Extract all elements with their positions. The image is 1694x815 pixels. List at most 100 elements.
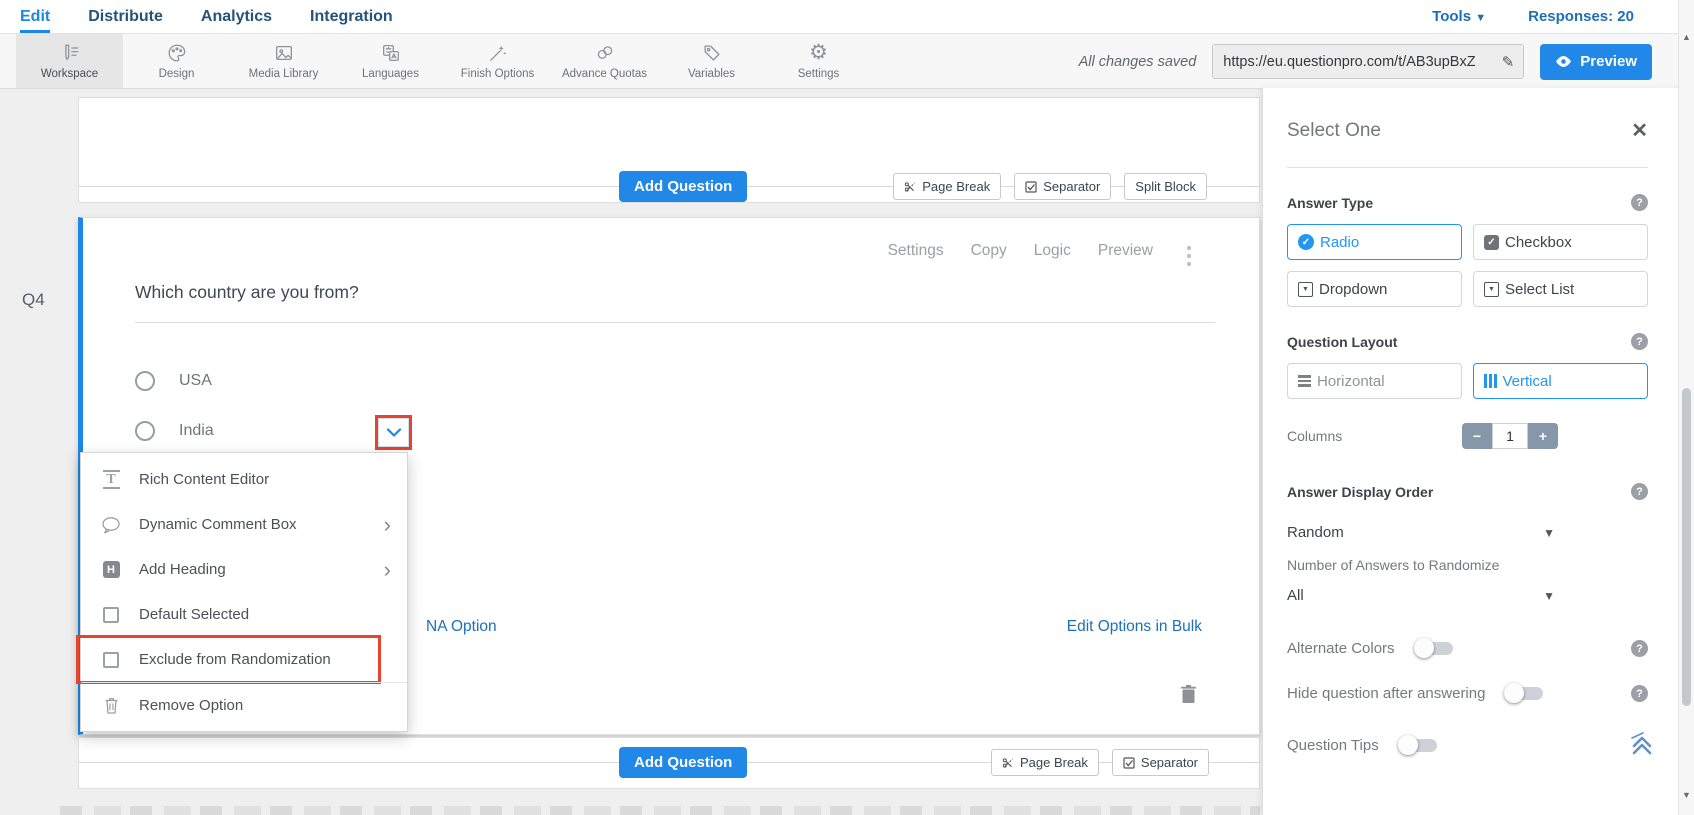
question-logic-link[interactable]: Logic [1034,242,1071,260]
alternate-colors-toggle[interactable] [1413,638,1453,658]
toolbar-item-label: Advance Quotas [561,68,648,80]
layout-horizontal-button[interactable]: Horizontal [1287,363,1462,399]
separator-checkbox-icon [1123,756,1135,769]
heading-icon: H [102,561,120,578]
display-order-select[interactable]: Random ▼ [1287,524,1555,541]
text-editor-icon: T [102,470,120,489]
page-scrollbar[interactable]: ▲ ▼ [1678,0,1694,815]
tab-analytics[interactable]: Analytics [201,8,272,26]
survey-url-input[interactable] [1213,53,1493,70]
tag-icon [703,45,720,61]
question-settings-link[interactable]: Settings [888,242,944,260]
separator-button[interactable]: Separator [1014,173,1112,200]
menu-item-label: Default Selected [139,606,250,623]
tools-menu[interactable]: Tools ▼ [1432,8,1486,25]
na-option-link[interactable]: NA Option [426,618,497,636]
toolbar-item-design[interactable]: Design [123,34,230,88]
menu-item-add-heading[interactable]: H Add Heading › [81,547,407,592]
toolbar-item-finish-options[interactable]: Finish Options [444,34,551,88]
answer-type-select-list[interactable]: ▼ Select List [1473,271,1648,307]
menu-item-default-selected[interactable]: Default Selected [81,592,407,637]
insert-question-row: Add Question Page Break Separator [79,747,1259,779]
survey-editor-screen: Edit Distribute Analytics Integration To… [0,0,1694,815]
responses-count[interactable]: Responses: 20 [1528,8,1634,25]
question-tips-toggle[interactable] [1397,735,1437,755]
hide-question-toggle[interactable] [1504,683,1544,703]
tab-integration[interactable]: Integration [310,8,393,26]
menu-item-label: Rich Content Editor [139,471,270,488]
preview-button[interactable]: Preview [1540,43,1652,80]
answer-type-checkbox[interactable]: ✓ Checkbox [1473,224,1648,260]
help-icon[interactable]: ? [1631,685,1648,702]
question-copy-link[interactable]: Copy [971,242,1007,260]
checkbox-unchecked-icon[interactable] [103,651,119,668]
next-question-partial [60,806,1260,815]
add-question-button[interactable]: Add Question [619,171,748,202]
help-icon[interactable]: ? [1631,483,1648,500]
radio-button[interactable] [135,371,155,391]
toolbar-item-settings[interactable]: ⚙ Settings [765,34,872,88]
display-order-value: Random [1287,524,1344,541]
toolbar-item-advance-quotas[interactable]: Advance Quotas [551,34,658,88]
columns-increment-button[interactable]: + [1528,423,1558,449]
option-menu-trigger[interactable] [378,418,409,447]
hide-question-label: Hide question after answering [1287,685,1486,702]
delete-question-button[interactable] [1180,684,1197,709]
scroll-up-arrow[interactable]: ▲ [1679,32,1694,42]
tab-edit[interactable]: Edit [20,8,51,33]
radio-button[interactable] [135,421,155,441]
columns-decrement-button[interactable]: − [1462,423,1492,449]
answer-type-option-label: Radio [1320,233,1360,251]
answer-type-dropdown[interactable]: ▼ Dropdown [1287,271,1462,307]
columns-value[interactable]: 1 [1492,423,1528,449]
question-more-menu[interactable] [1185,244,1193,268]
answer-option-label[interactable]: USA [179,372,212,390]
close-icon[interactable]: ✕ [1631,118,1648,143]
randomize-count-value: All [1287,587,1304,604]
workspace-icon [64,44,78,61]
answer-option-label[interactable]: India [179,422,214,440]
menu-item-label: Exclude from Randomization [139,651,331,668]
menu-item-exclude-from-randomization[interactable]: Exclude from Randomization [76,635,407,684]
split-block-button[interactable]: Split Block [1124,173,1207,200]
randomize-count-select[interactable]: All ▼ [1287,587,1555,604]
panel-title: Select One [1287,119,1381,141]
answer-display-order-label: Answer Display Order [1287,483,1434,500]
toolbar-item-variables[interactable]: Variables [658,34,765,88]
answer-type-radio[interactable]: ✓ Radio [1287,224,1462,260]
scroll-down-arrow[interactable]: ▼ [1679,790,1694,800]
help-icon[interactable]: ? [1631,640,1648,657]
help-icon[interactable]: ? [1631,194,1648,211]
page-break-button[interactable]: Page Break [893,173,1002,200]
layout-vertical-button[interactable]: Vertical [1473,363,1648,399]
menu-item-remove-option[interactable]: Remove Option [81,682,407,727]
question-title[interactable]: Which country are you from? [135,282,359,303]
edit-url-icon[interactable]: ✎ [1493,53,1524,71]
trash-icon [1181,685,1196,703]
toolbar-item-workspace[interactable]: Workspace [16,34,123,88]
page-break-icon [1002,757,1013,768]
editor-toolbar: Workspace Design Media Library Languages… [0,34,1694,89]
add-question-button[interactable]: Add Question [619,747,748,778]
scrollbar-thumb[interactable] [1682,388,1691,706]
toolbar-item-languages[interactable]: Languages [337,34,444,88]
menu-item-dynamic-comment-box[interactable]: Dynamic Comment Box › [81,502,407,547]
page-break-button[interactable]: Page Break [990,749,1099,776]
help-icon[interactable]: ? [1631,333,1648,350]
chevron-down-icon: ▼ [1543,588,1555,603]
tab-distribute[interactable]: Distribute [88,8,163,26]
question-preview-link[interactable]: Preview [1098,242,1153,260]
columns-stepper: − 1 + [1462,423,1558,449]
randomize-count-label: Number of Answers to Randomize [1287,557,1500,573]
quick-tour-button[interactable] [1628,730,1656,761]
preview-button-label: Preview [1580,53,1637,70]
save-status: All changes saved [1078,53,1197,70]
separator-button[interactable]: Separator [1111,749,1209,776]
edit-options-in-bulk-link[interactable]: Edit Options in Bulk [1067,618,1202,636]
checkbox-unchecked-icon[interactable] [103,606,119,623]
toolbar-item-label: Variables [687,68,736,80]
toolbar-item-media-library[interactable]: Media Library [230,34,337,88]
chevron-right-icon: › [383,556,391,582]
gear-icon: ⚙ [809,41,828,64]
menu-item-rich-content-editor[interactable]: T Rich Content Editor [81,457,407,502]
